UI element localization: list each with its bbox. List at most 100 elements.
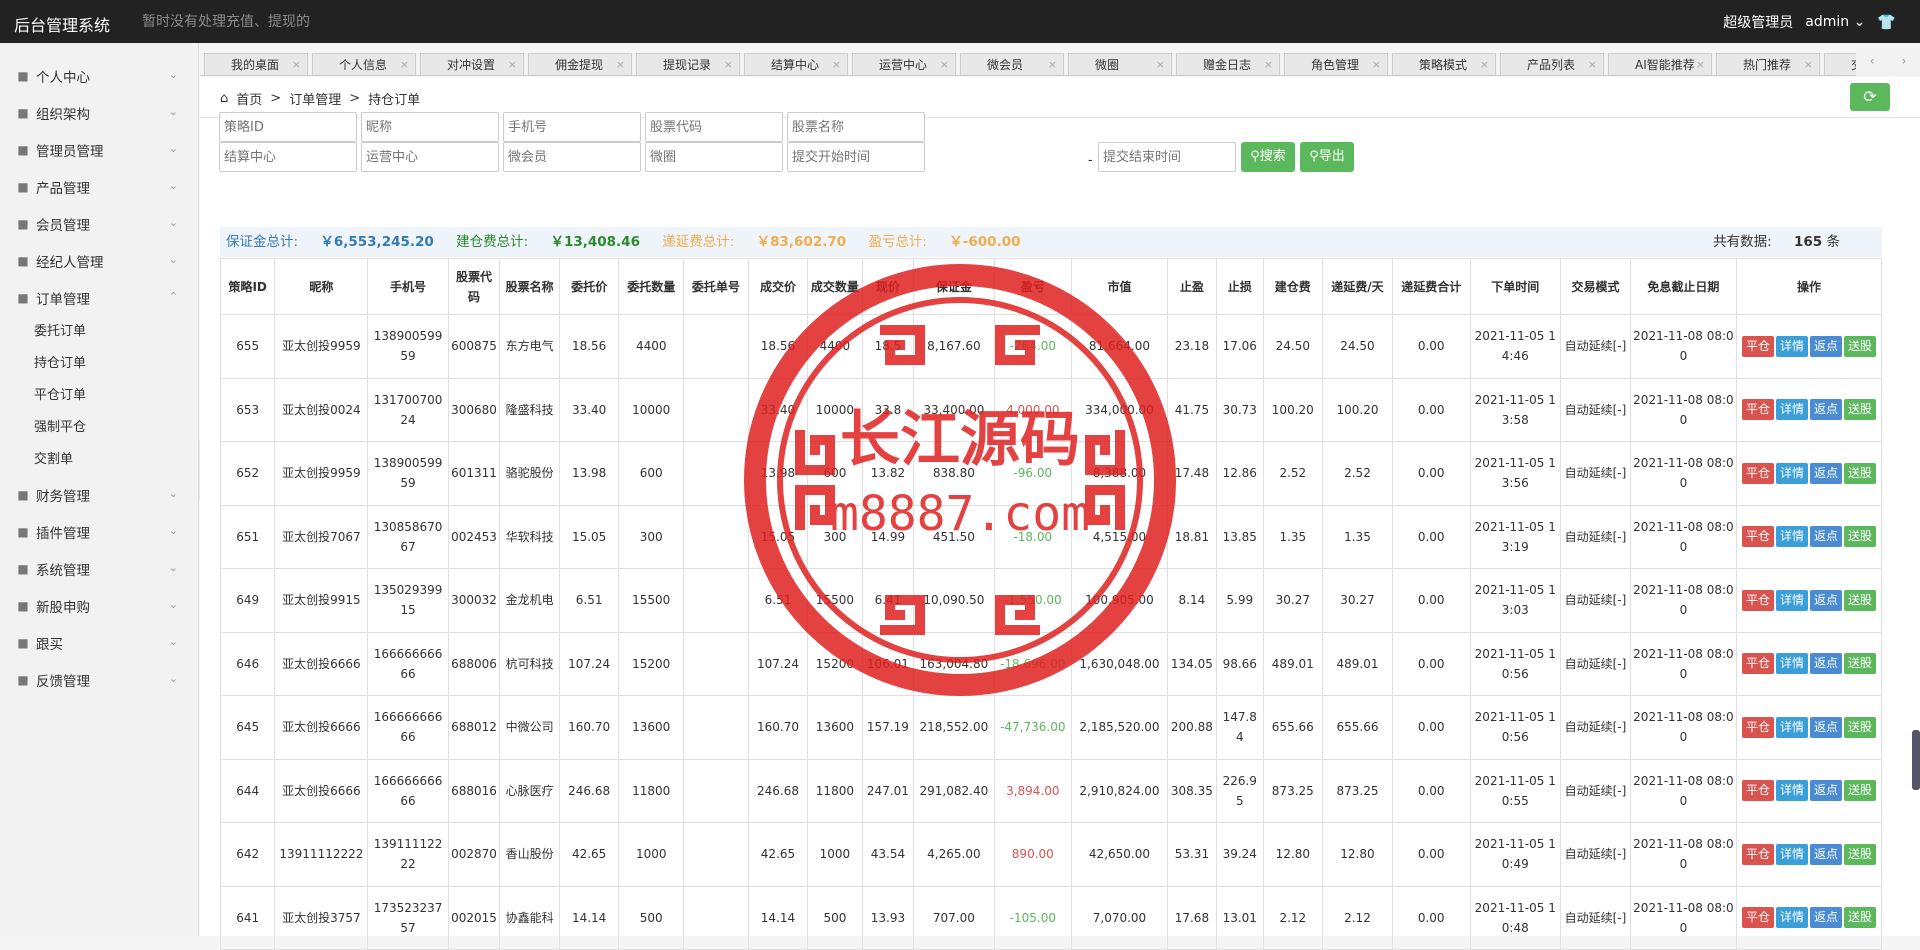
gift-stock-button[interactable]: 送股 xyxy=(1843,780,1876,802)
breadcrumb-level2[interactable]: 订单管理 xyxy=(289,89,341,108)
detail-button[interactable]: 详情 xyxy=(1775,462,1808,484)
gift-stock-button[interactable]: 送股 xyxy=(1843,399,1876,421)
sidebar-subitem[interactable]: 持仓订单 xyxy=(0,348,198,380)
close-icon[interactable]: × xyxy=(400,54,409,75)
rebate-button[interactable]: 返点 xyxy=(1809,399,1842,421)
close-icon[interactable]: × xyxy=(1588,54,1597,75)
tab[interactable]: AI智能推荐 × xyxy=(1608,53,1712,75)
tab[interactable]: 佣金提现 × xyxy=(528,53,632,75)
tab[interactable]: 运营中心 × xyxy=(852,53,956,75)
rebate-button[interactable]: 返点 xyxy=(1809,843,1842,865)
detail-button[interactable]: 详情 xyxy=(1775,335,1808,357)
sidebar-subitem[interactable]: 委托订单 xyxy=(0,316,198,348)
detail-button[interactable]: 详情 xyxy=(1775,907,1808,929)
close-position-button[interactable]: 平仓 xyxy=(1741,589,1774,611)
tab[interactable]: 产品列表 × xyxy=(1500,53,1604,75)
sidebar-subitem[interactable]: 平仓订单 xyxy=(0,380,198,412)
filter-input[interactable] xyxy=(645,142,783,172)
close-position-button[interactable]: 平仓 xyxy=(1741,780,1774,802)
sidebar-item[interactable]: ■ 插件管理 ⌄ xyxy=(0,513,198,550)
close-icon[interactable]: × xyxy=(1804,54,1813,75)
close-icon[interactable]: × xyxy=(1264,54,1273,75)
sidebar-subitem[interactable]: 强制平仓 xyxy=(0,412,198,444)
scrollbar-thumb[interactable] xyxy=(1912,730,1920,790)
tab[interactable]: 个人信息 × xyxy=(312,53,416,75)
detail-button[interactable]: 详情 xyxy=(1775,526,1808,548)
user-menu[interactable]: admin ⌄ xyxy=(1805,14,1865,30)
close-icon[interactable]: × xyxy=(940,54,949,75)
gift-stock-button[interactable]: 送股 xyxy=(1843,907,1876,929)
rebate-button[interactable]: 返点 xyxy=(1809,589,1842,611)
sidebar-item[interactable]: ■ 会员管理 ⌄ xyxy=(0,205,198,242)
tab[interactable]: 角色管理 × xyxy=(1284,53,1388,75)
close-position-button[interactable]: 平仓 xyxy=(1741,843,1774,865)
rebate-button[interactable]: 返点 xyxy=(1809,716,1842,738)
tab[interactable]: 我的桌面 × xyxy=(204,53,308,75)
detail-button[interactable]: 详情 xyxy=(1775,780,1808,802)
sidebar-item[interactable]: ■ 经纪人管理 ⌄ xyxy=(0,242,198,279)
tab[interactable]: 赠金日志 × xyxy=(1176,53,1280,75)
close-icon[interactable]: × xyxy=(1156,54,1165,75)
close-position-button[interactable]: 平仓 xyxy=(1741,526,1774,548)
end-time-input[interactable] xyxy=(1098,142,1236,172)
tab[interactable]: 对冲设置 × xyxy=(420,53,524,75)
gift-stock-button[interactable]: 送股 xyxy=(1843,843,1876,865)
export-button[interactable]: ⚲导出 xyxy=(1300,142,1354,172)
filter-input[interactable] xyxy=(787,142,925,172)
close-icon[interactable]: × xyxy=(508,54,517,75)
close-icon[interactable]: × xyxy=(1696,54,1705,75)
detail-button[interactable]: 详情 xyxy=(1775,399,1808,421)
tab-next-icon[interactable]: › xyxy=(1902,54,1907,68)
detail-button[interactable]: 详情 xyxy=(1775,843,1808,865)
rebate-button[interactable]: 返点 xyxy=(1809,653,1842,675)
tab[interactable]: 策略模式 × xyxy=(1392,53,1496,75)
close-icon[interactable]: × xyxy=(1372,54,1381,75)
close-icon[interactable]: × xyxy=(292,54,301,75)
gift-stock-button[interactable]: 送股 xyxy=(1843,462,1876,484)
close-position-button[interactable]: 平仓 xyxy=(1741,907,1774,929)
filter-input[interactable] xyxy=(503,142,641,172)
gift-stock-button[interactable]: 送股 xyxy=(1843,335,1876,357)
filter-input[interactable] xyxy=(503,112,641,142)
gift-stock-button[interactable]: 送股 xyxy=(1843,526,1876,548)
rebate-button[interactable]: 返点 xyxy=(1809,780,1842,802)
rebate-button[interactable]: 返点 xyxy=(1809,907,1842,929)
skin-icon[interactable]: 👕 xyxy=(1877,13,1896,31)
close-position-button[interactable]: 平仓 xyxy=(1741,716,1774,738)
sidebar-item[interactable]: ■ 产品管理 ⌄ xyxy=(0,168,198,205)
close-position-button[interactable]: 平仓 xyxy=(1741,653,1774,675)
tab[interactable]: 微会员 × xyxy=(960,53,1064,75)
sidebar-item[interactable]: ■ 跟买 ⌄ xyxy=(0,624,198,661)
close-icon[interactable]: × xyxy=(1048,54,1057,75)
detail-button[interactable]: 详情 xyxy=(1775,653,1808,675)
sidebar-item[interactable]: ■ 组织架构 ⌄ xyxy=(0,94,198,131)
rebate-button[interactable]: 返点 xyxy=(1809,335,1842,357)
sidebar-item[interactable]: ■ 订单管理 ⌃ xyxy=(0,279,198,316)
filter-input[interactable] xyxy=(645,112,783,142)
detail-button[interactable]: 详情 xyxy=(1775,589,1808,611)
sidebar-item[interactable]: ■ 财务管理 ⌄ xyxy=(0,476,198,513)
close-icon[interactable]: × xyxy=(724,54,733,75)
tab[interactable]: 提现记录 × xyxy=(636,53,740,75)
tab-prev-icon[interactable]: ‹ xyxy=(1870,54,1875,68)
sidebar-item[interactable]: ■ 管理员管理 ⌄ xyxy=(0,131,198,168)
tab[interactable]: 结算中心 × xyxy=(744,53,848,75)
close-icon[interactable]: × xyxy=(1480,54,1489,75)
filter-input[interactable] xyxy=(361,142,499,172)
tab[interactable]: 微圈 × xyxy=(1068,53,1172,75)
close-position-button[interactable]: 平仓 xyxy=(1741,462,1774,484)
filter-input[interactable] xyxy=(219,112,357,142)
sidebar-item[interactable]: ■ 个人中心 ⌄ xyxy=(0,57,198,94)
filter-input[interactable] xyxy=(361,112,499,142)
close-position-button[interactable]: 平仓 xyxy=(1741,335,1774,357)
tab[interactable]: 热门推荐 × xyxy=(1716,53,1820,75)
breadcrumb-home[interactable]: 首页 xyxy=(236,89,262,108)
filter-input[interactable] xyxy=(219,142,357,172)
sidebar-item[interactable]: ■ 新股申购 ⌄ xyxy=(0,587,198,624)
gift-stock-button[interactable]: 送股 xyxy=(1843,589,1876,611)
close-icon[interactable]: × xyxy=(616,54,625,75)
filter-input[interactable] xyxy=(787,112,925,142)
gift-stock-button[interactable]: 送股 xyxy=(1843,653,1876,675)
refresh-button[interactable]: ⟳ xyxy=(1850,83,1890,111)
sidebar-item[interactable]: ■ 反馈管理 ⌄ xyxy=(0,661,198,698)
